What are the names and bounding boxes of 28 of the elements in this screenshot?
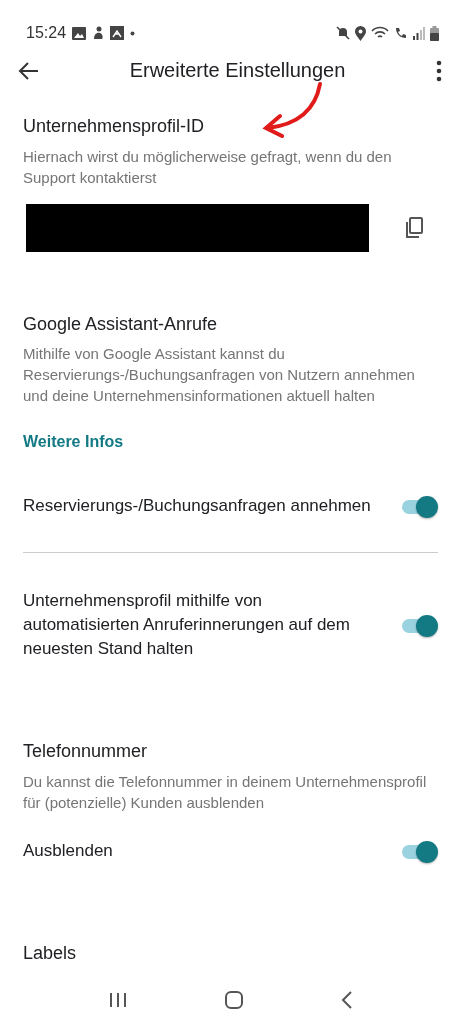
section-heading: Unternehmensprofil-ID xyxy=(23,116,206,138)
setting-label: Reservierungs-/Buchungsanfragen annehmen xyxy=(23,495,371,518)
section-description: Mithilfe von Google Assistant kannst du Reservierungs-/Buchungsanfragen von Nutzern annehmen und deine Unternehmensinformationen aktuell halten xyxy=(23,344,416,407)
figure-icon xyxy=(92,26,105,40)
learn-more-link[interactable]: Weitere Infos xyxy=(23,430,124,455)
location-icon xyxy=(355,25,366,41)
status-time: 15:24 xyxy=(26,23,67,43)
document-icon xyxy=(110,26,125,40)
toggle-switch[interactable] xyxy=(402,840,438,861)
toggle-switch[interactable] xyxy=(402,615,438,636)
battery-icon xyxy=(430,25,439,41)
more-options-button[interactable] xyxy=(435,58,443,82)
page-title: Erweiterte Einstellungen xyxy=(128,58,347,83)
setting-label: Unternehmensprofil mithilfe von automatisierten Anruferinnerungen auf dem neuesten Stand halten xyxy=(23,590,351,661)
copy-button[interactable] xyxy=(404,215,424,240)
setting-label: Ausblenden xyxy=(23,839,113,862)
toggle-switch[interactable] xyxy=(402,496,438,517)
signal-icon xyxy=(413,26,425,40)
section-description: Hiernach wirst du möglicherweise gefragt, wenn du den Support kontaktierst xyxy=(23,146,393,188)
call-icon xyxy=(394,26,408,40)
section-heading: Labels xyxy=(23,942,78,965)
section-heading: Google Assistant-Anrufe xyxy=(23,313,219,336)
mute-icon xyxy=(336,26,350,40)
section-heading: Telefonnummer xyxy=(23,741,149,763)
dot-icon xyxy=(130,30,136,36)
section-description: Du kannst die Telefonnummer in deinem Unternehmensprofil für (potenzielle) Kunden ausblenden xyxy=(23,771,428,813)
wifi-icon xyxy=(371,26,389,40)
image-icon xyxy=(72,26,87,40)
